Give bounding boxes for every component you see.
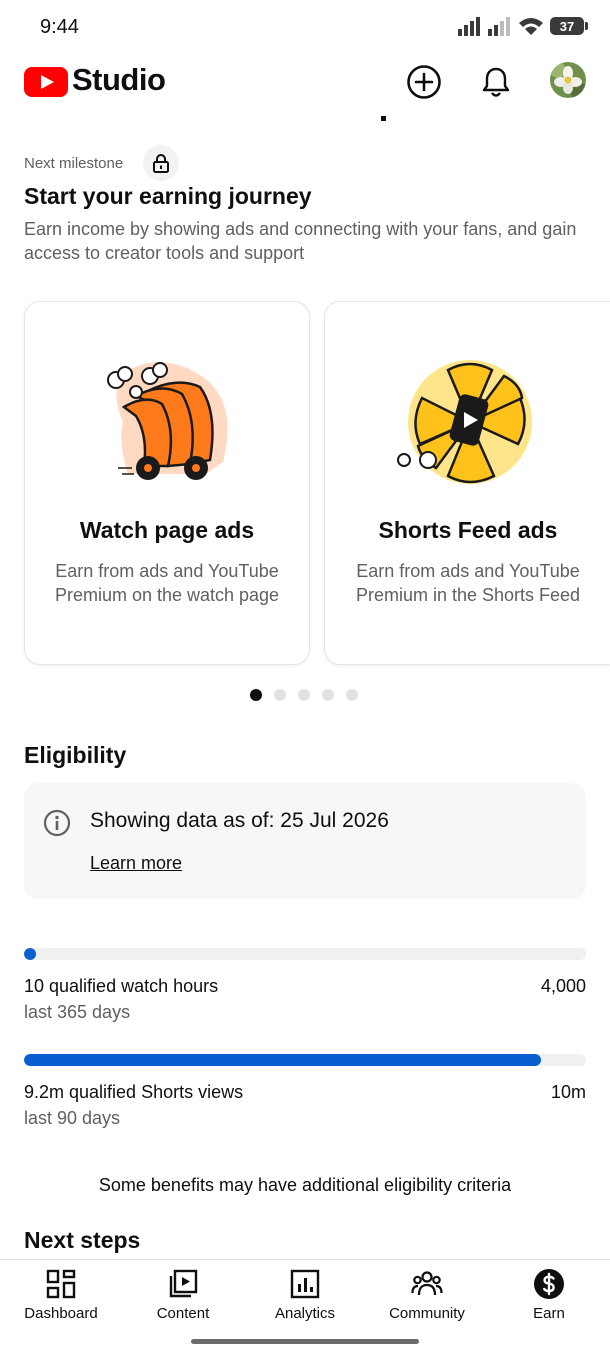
watch-page-ads-illustration [107, 362, 228, 480]
pager-dot[interactable] [346, 689, 358, 701]
avatar-flower-image [550, 62, 586, 98]
shorts-feed-ads-card[interactable]: Shorts Feed ads Earn from ads and YouTub… [324, 301, 610, 665]
progress-fill [24, 1054, 542, 1066]
shorts-views-period: last 90 days [24, 1108, 121, 1128]
journey-description: Earn income by showing ads and connectin… [24, 219, 577, 263]
nav-earn[interactable]: Earn [488, 1260, 610, 1330]
carousel-pager [250, 689, 358, 701]
dashboard-icon [46, 1269, 76, 1299]
shorts-views-progress-bar [24, 1054, 586, 1066]
avatar[interactable] [550, 62, 586, 98]
nav-label: Content [156, 1305, 210, 1322]
scroll-indicator [381, 116, 386, 121]
milestone-label: Next milestone [24, 155, 124, 172]
shorts-feed-ads-illustration [397, 360, 532, 484]
bell-icon [482, 67, 510, 97]
watch-hours-progress-bar [24, 948, 586, 960]
shorts-views-target: 10m [550, 1082, 586, 1102]
nav-label: Analytics [274, 1305, 336, 1322]
card-description: Earn from ads and YouTube Premium in the… [355, 561, 581, 605]
shorts-views-label: 9.2m qualified Shorts views [24, 1082, 244, 1102]
card-title: Watch page ads [79, 517, 255, 543]
signal-weak-icon [488, 17, 510, 36]
pager-dot[interactable] [322, 689, 334, 701]
nav-label: Dashboard [24, 1305, 98, 1322]
nav-analytics[interactable]: Analytics [244, 1260, 366, 1330]
next-steps-title: Next steps [24, 1227, 141, 1253]
community-icon [411, 1271, 443, 1296]
status-time: 9:44 [40, 16, 79, 38]
app-header: Studio [0, 56, 610, 108]
status-icons: 37 [458, 16, 588, 36]
data-info-box: Showing data as of: 25 Jul 2026 Learn mo… [24, 783, 586, 899]
watch-hours-target: 4,000 [540, 976, 586, 996]
nav-content[interactable]: Content [122, 1260, 244, 1330]
eligibility-title: Eligibility [24, 742, 127, 768]
progress-fill [24, 948, 37, 960]
pager-dot[interactable] [250, 689, 262, 701]
watch-hours-period: last 365 days [24, 1002, 131, 1022]
pager-dot[interactable] [274, 689, 286, 701]
pager-dot[interactable] [298, 689, 310, 701]
battery-level: 37 [559, 18, 575, 34]
lock-badge [143, 145, 179, 181]
analytics-icon [290, 1269, 320, 1299]
notifications-button[interactable] [476, 62, 516, 102]
learn-more-link[interactable]: Learn more [90, 853, 182, 874]
journey-title: Start your earning journey [24, 183, 312, 209]
watch-page-ads-card[interactable]: Watch page ads Earn from ads and YouTube… [24, 301, 310, 665]
lock-icon [153, 154, 169, 173]
battery-indicator: 37 [550, 17, 588, 35]
youtube-logo-icon [24, 67, 68, 97]
content-icon [169, 1269, 198, 1298]
signal-icon [458, 17, 480, 36]
card-title: Shorts Feed ads [378, 517, 558, 543]
app-title: Studio [72, 62, 166, 97]
nav-community[interactable]: Community [366, 1260, 488, 1330]
eligibility-note: Some benefits may have additional eligib… [98, 1175, 512, 1195]
card-description: Earn from ads and YouTube Premium on the… [54, 561, 280, 605]
data-date-text: Showing data as of: 25 Jul 2026 [90, 809, 389, 832]
add-circle-icon [407, 65, 441, 99]
wifi-icon [519, 18, 543, 35]
status-bar: 9:44 37 [0, 0, 610, 56]
nav-label: Earn [533, 1305, 565, 1322]
create-button[interactable] [404, 62, 444, 102]
home-indicator[interactable] [191, 1339, 419, 1344]
earn-icon [534, 1269, 564, 1299]
info-icon [43, 809, 71, 837]
nav-label: Community [389, 1305, 465, 1322]
watch-hours-label: 10 qualified watch hours [24, 976, 219, 996]
nav-dashboard[interactable]: Dashboard [0, 1260, 122, 1330]
